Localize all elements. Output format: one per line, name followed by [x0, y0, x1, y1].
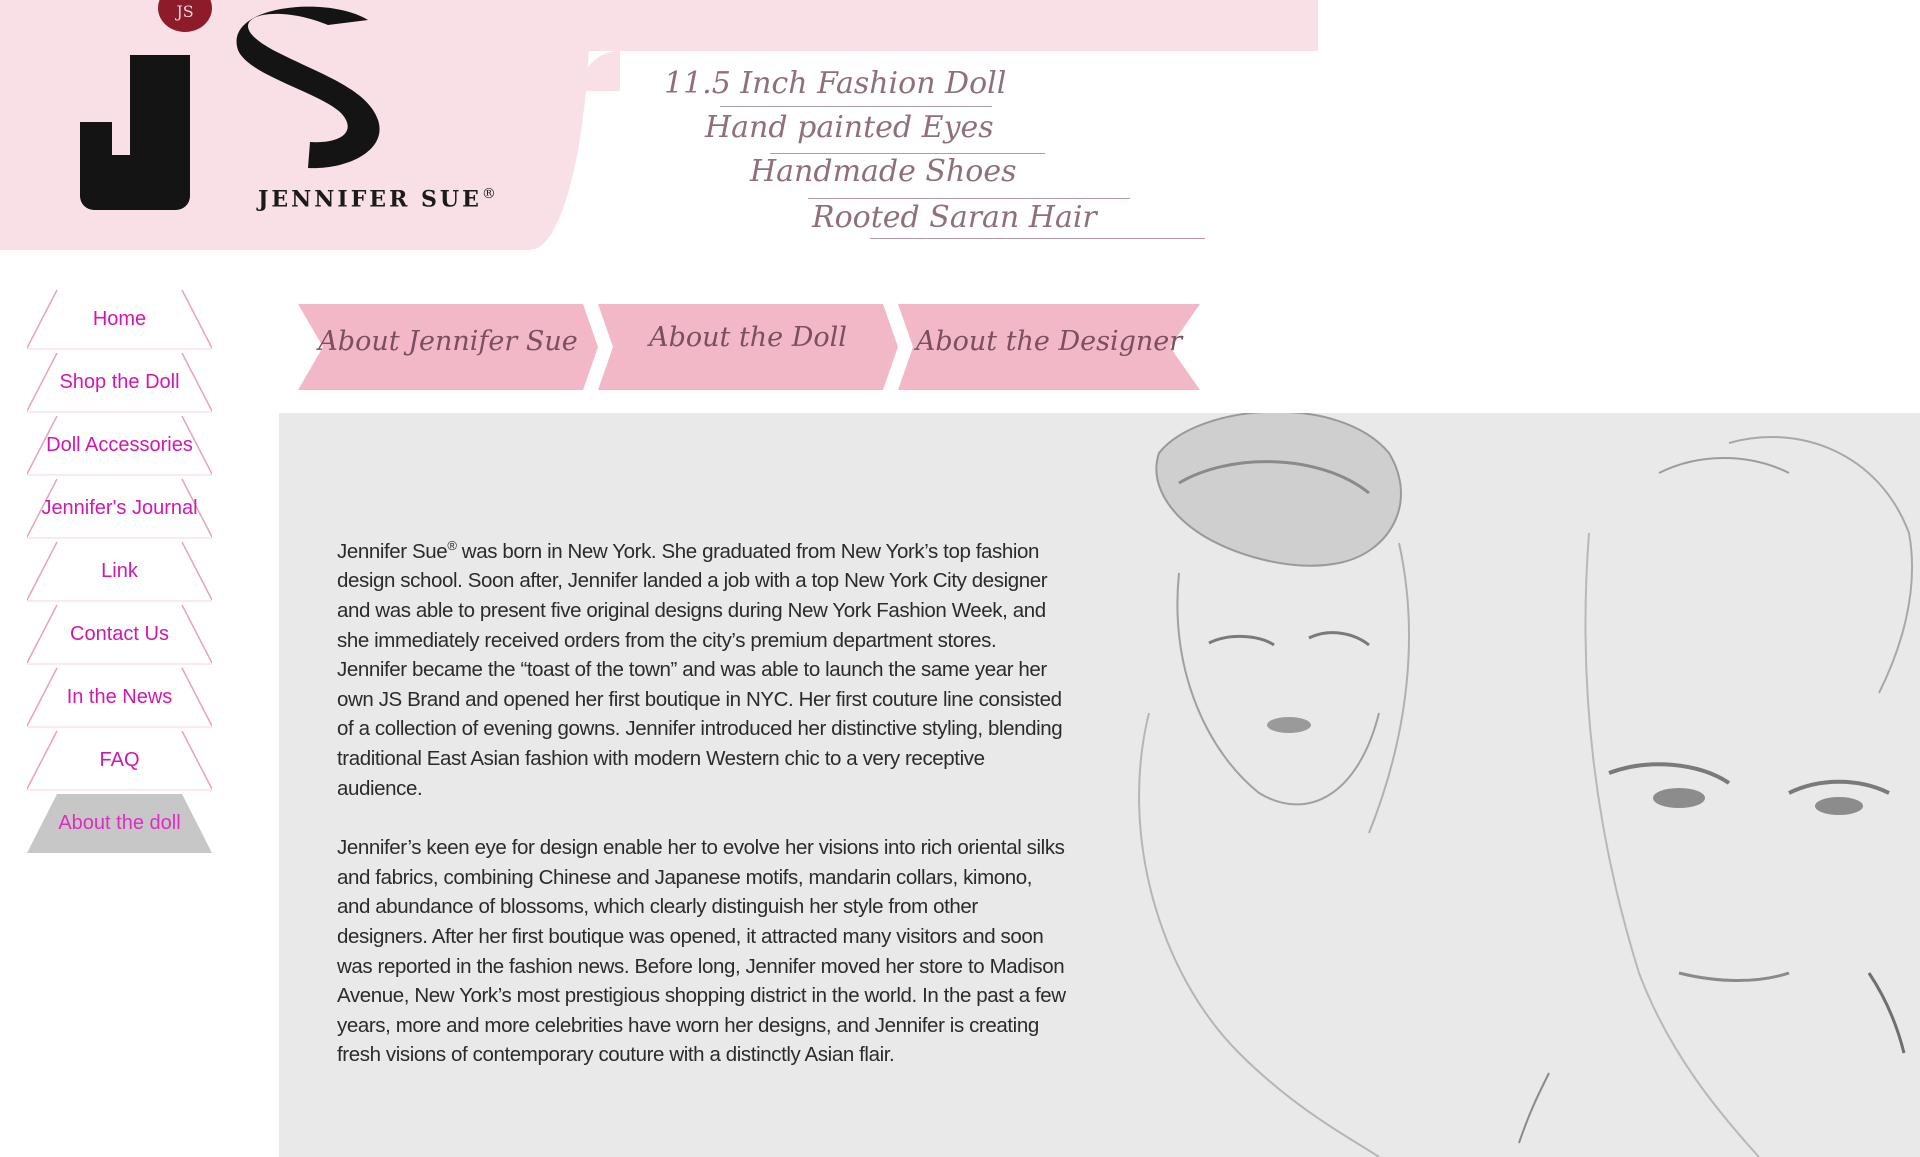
- sidebar-item-link[interactable]: Link: [27, 540, 212, 603]
- sidebar-item-label: Shop the Doll: [59, 371, 180, 393]
- designer-bio: Jennifer Sue® was born in New York. She …: [337, 531, 1067, 1100]
- tab-label: About the Designer: [915, 326, 1183, 357]
- content-panel: Jennifer Sue® was born in New York. She …: [279, 413, 1920, 1157]
- site-header: JS JENNIFER SUE® 11.5 Inch Fashion Doll …: [0, 0, 1318, 250]
- bio-paragraph: Jennifer’s keen eye for design enable he…: [337, 836, 1066, 1067]
- sidebar-item-label: About the doll: [58, 812, 181, 834]
- sidebar-item-contact-us[interactable]: Contact Us: [27, 603, 212, 666]
- feature-doll-size: 11.5 Inch Fashion Doll: [664, 66, 1007, 101]
- sidebar-item-label: Home: [92, 308, 147, 330]
- sidebar-item-jennifers-journal[interactable]: Jennifer's Journal: [27, 477, 212, 540]
- feature-underline: [870, 238, 1205, 239]
- sidebar-item-label: In the News: [66, 686, 173, 708]
- sidebar-item-label: Jennifer's Journal: [41, 497, 198, 519]
- sidebar-item-in-the-news[interactable]: In the News: [27, 666, 212, 729]
- sidebar-item-label: Link: [101, 560, 138, 582]
- feature-underline: [808, 198, 1130, 199]
- brand-name: JENNIFER SUE®: [258, 186, 496, 213]
- sidebar-item-shop-the-doll[interactable]: Shop the Doll: [27, 351, 212, 414]
- sidebar-item-about-the-doll[interactable]: About the doll: [27, 792, 212, 855]
- bio-paragraph: Jennifer Sue® was born in New York. She …: [337, 538, 1063, 800]
- sidebar-item-home[interactable]: Home: [27, 288, 212, 351]
- sidebar-item-doll-accessories[interactable]: Doll Accessories: [27, 414, 212, 477]
- feature-underline: [720, 106, 992, 107]
- sidebar-item-faq[interactable]: FAQ: [27, 729, 212, 792]
- tab-about-the-doll[interactable]: About the Doll: [598, 304, 898, 390]
- sidebar-item-label: Contact Us: [70, 623, 169, 645]
- tab-label: About Jennifer Sue: [318, 326, 578, 357]
- feature-hair: Rooted Saran Hair: [812, 200, 1097, 235]
- sidebar-item-label: FAQ: [99, 749, 140, 771]
- sidebar-item-label: Doll Accessories: [46, 434, 193, 456]
- feature-shoes: Handmade Shoes: [750, 154, 1017, 189]
- tab-label: About the Doll: [649, 322, 847, 353]
- feature-eyes: Hand painted Eyes: [705, 110, 994, 145]
- tab-about-jennifer-sue[interactable]: About Jennifer Sue: [298, 304, 598, 390]
- sidebar-nav: Home Shop the Doll Doll Accessories Jenn…: [27, 288, 212, 855]
- tab-about-the-designer[interactable]: About the Designer: [898, 304, 1200, 390]
